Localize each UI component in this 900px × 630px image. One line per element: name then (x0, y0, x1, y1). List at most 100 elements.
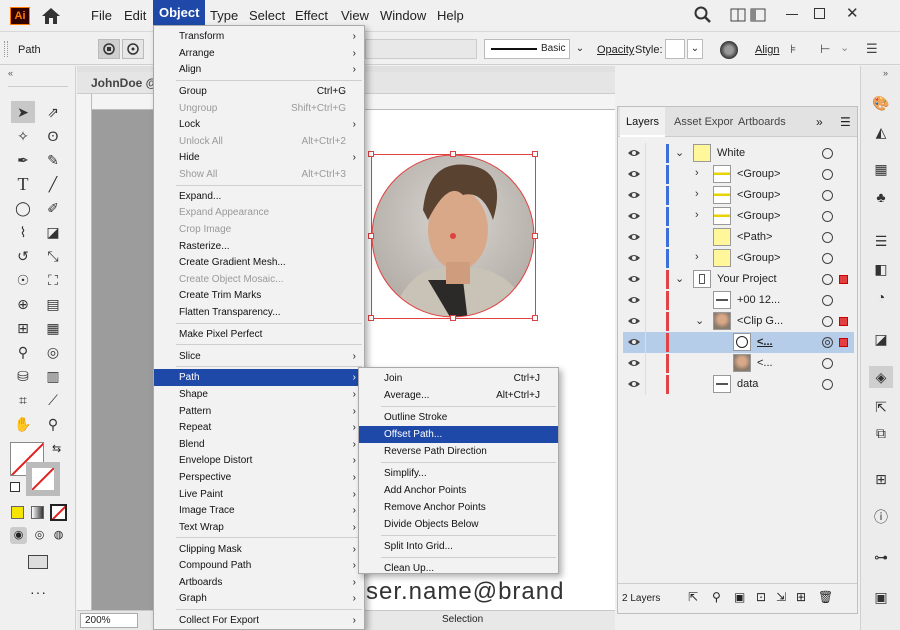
menu-item-pattern[interactable]: Pattern › (154, 403, 364, 420)
menu-item-clipping-mask[interactable]: Clipping Mask › (154, 541, 364, 558)
collapse-chevron-icon[interactable]: ⌄ (675, 146, 684, 159)
menu-item-outline-stroke[interactable]: Outline Stroke (359, 409, 558, 426)
color-guide-icon[interactable]: ◭ (869, 121, 893, 143)
expand-chevron-icon[interactable]: › (695, 251, 699, 263)
color-panel-icon[interactable]: 🎨 (869, 92, 893, 114)
target-circle-icon[interactable] (822, 358, 833, 369)
align-link[interactable]: Align (755, 44, 779, 56)
visibility-eye-icon[interactable] (627, 337, 641, 347)
slice-tool-icon[interactable]: ⟋ (41, 389, 65, 411)
pen-tool-icon[interactable]: ✒ (11, 149, 35, 171)
collapse-chevron-icon[interactable]: ⌄ (675, 272, 684, 285)
align-panel-icon[interactable]: ⊞ (869, 468, 893, 490)
menu-item-graph[interactable]: Graph › (154, 590, 364, 607)
arrange-documents-icon[interactable] (730, 8, 746, 22)
layer-row[interactable]: › <Group> (623, 206, 854, 227)
layer-name[interactable]: White (717, 147, 745, 159)
ellipse-tool-icon[interactable]: ◯ (11, 197, 35, 219)
close-icon[interactable]: ✕ (846, 4, 859, 22)
menu-item-blend[interactable]: Blend › (154, 436, 364, 453)
stroke-swatch[interactable] (26, 462, 60, 496)
layer-name[interactable]: data (737, 378, 758, 390)
menu-item-repeat[interactable]: Repeat › (154, 419, 364, 436)
visibility-eye-icon[interactable] (627, 148, 641, 158)
resize-handle[interactable] (368, 315, 374, 321)
artboards-icon[interactable]: ⧉ (869, 422, 893, 444)
target-circle-icon[interactable] (822, 211, 833, 222)
layer-row[interactable]: <Path> (623, 227, 854, 248)
blend-tool-icon[interactable]: ◎ (41, 341, 65, 363)
target-circle-icon[interactable] (822, 274, 833, 285)
shape-builder-tool-icon[interactable]: ⊕ (11, 293, 35, 315)
image-trace-icon[interactable]: ◪ (869, 328, 893, 350)
menu-help[interactable]: Help (437, 7, 464, 25)
menu-item-text-wrap[interactable]: Text Wrap › (154, 519, 364, 536)
style-chevron-icon[interactable]: ⌄ (687, 39, 703, 59)
menu-item-reverse-path-direction[interactable]: Reverse Path Direction (359, 443, 558, 460)
export-icon[interactable]: ⇱ (688, 590, 698, 604)
resize-handle[interactable] (450, 151, 456, 157)
menu-object[interactable]: Object (153, 0, 206, 25)
selection-indicator[interactable] (839, 275, 848, 284)
layer-row[interactable]: › <Group> (623, 248, 854, 269)
gradient-tool-icon[interactable]: ▦ (41, 317, 65, 339)
menu-item-split-into-grid[interactable]: Split Into Grid... (359, 538, 558, 555)
swap-fill-stroke-icon[interactable]: ⇆ (52, 442, 61, 455)
layer-row[interactable]: › <Group> (623, 185, 854, 206)
column-graph-tool-icon[interactable]: ▥ (41, 365, 65, 387)
shaper-tool-icon[interactable]: ⌇ (11, 221, 35, 243)
layer-row[interactable]: › <Group> (623, 164, 854, 185)
menu-item-align[interactable]: Align › (154, 61, 364, 78)
target-circle-icon[interactable] (822, 337, 833, 348)
visibility-eye-icon[interactable] (627, 358, 641, 368)
isolate-icon[interactable] (98, 39, 120, 59)
layer-name[interactable]: <Group> (737, 210, 780, 222)
visibility-eye-icon[interactable] (627, 232, 641, 242)
layer-row[interactable]: +00 12... (623, 290, 854, 311)
layer-row[interactable]: ⌄ White (623, 143, 854, 164)
menu-item-flatten-transparency[interactable]: Flatten Transparency... (154, 304, 364, 321)
collapse-chevron-icon[interactable]: ⌄ (695, 314, 704, 327)
menu-effect[interactable]: Effect (295, 7, 328, 25)
expand-chevron-icon[interactable]: › (695, 209, 699, 221)
visibility-eye-icon[interactable] (627, 253, 641, 263)
recolor-artwork-icon[interactable] (720, 41, 738, 59)
visibility-eye-icon[interactable] (627, 316, 641, 326)
menu-item-envelope-distort[interactable]: Envelope Distort › (154, 452, 364, 469)
type-tool-icon[interactable]: T (11, 173, 35, 195)
target-circle-icon[interactable] (822, 253, 833, 264)
restore-icon[interactable] (814, 8, 825, 19)
menu-file[interactable]: File (91, 7, 112, 25)
new-sublayer-icon[interactable]: ⊡ (756, 590, 766, 604)
target-circle-icon[interactable] (822, 190, 833, 201)
vertical-ruler[interactable] (77, 94, 92, 610)
none-mode-icon[interactable] (50, 504, 67, 521)
more-tools-icon[interactable]: ··· (30, 584, 47, 600)
menu-item-offset-path[interactable]: Offset Path... (359, 426, 558, 443)
menu-item-collect-for-export[interactable]: Collect For Export › (154, 612, 364, 629)
collapse-dock-icon[interactable]: » (883, 68, 888, 78)
expand-chevron-icon[interactable]: › (695, 188, 699, 200)
menu-item-hide[interactable]: Hide › (154, 149, 364, 166)
make-clipping-mask-icon[interactable]: ▣ (734, 590, 745, 604)
gradient-panel-icon[interactable]: ◧ (869, 258, 893, 280)
layers-panel-icon[interactable]: ◈ (869, 366, 893, 388)
target-circle-icon[interactable] (822, 232, 833, 243)
mesh-tool-icon[interactable]: ⊞ (11, 317, 35, 339)
menu-window[interactable]: Window (380, 7, 426, 25)
layer-name[interactable]: <... (757, 357, 773, 369)
new-layer-icon[interactable]: ⊞ (796, 590, 806, 604)
symbols-icon[interactable]: ♣ (869, 186, 893, 208)
curvature-tool-icon[interactable]: ✎ (41, 149, 65, 171)
more-chevron-icon[interactable]: ⌄ (840, 41, 849, 54)
menu-item-arrange[interactable]: Arrange › (154, 45, 364, 62)
menu-item-path[interactable]: Path › (154, 369, 364, 387)
target-circle-icon[interactable] (822, 379, 833, 390)
properties-icon[interactable]: ⓘ (869, 506, 893, 528)
libraries-icon[interactable]: ▣ (869, 586, 893, 608)
locate-object-icon[interactable]: ⚲ (712, 590, 721, 604)
free-transform-tool-icon[interactable]: ⛶ (41, 269, 65, 291)
tab-layers[interactable]: Layers (620, 107, 666, 137)
resize-handle[interactable] (368, 151, 374, 157)
collect-icon[interactable]: ⇲ (776, 590, 786, 604)
